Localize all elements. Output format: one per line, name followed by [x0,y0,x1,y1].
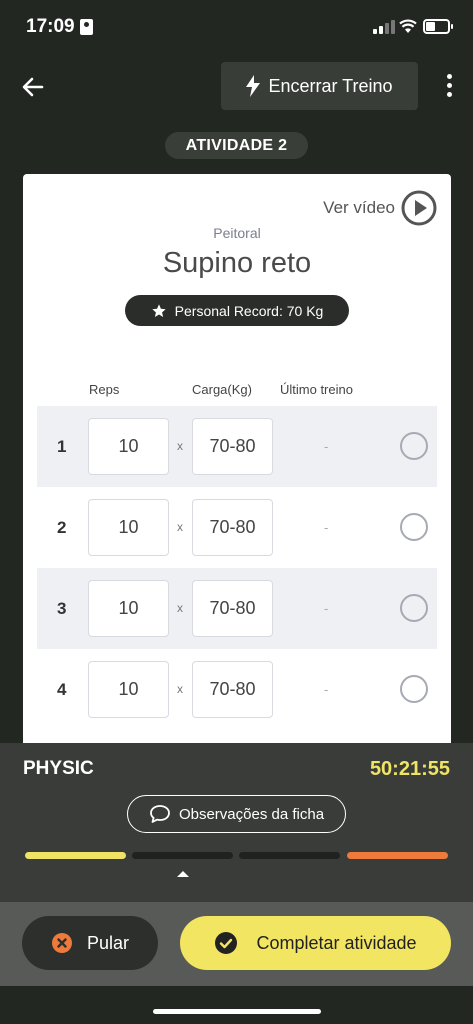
home-indicator[interactable] [153,1009,321,1014]
cellular-signal-icon [373,20,395,34]
times-symbol: x [177,682,183,696]
progress-segment [347,852,448,859]
personal-record-badge: Personal Record: 70 Kg [125,295,349,326]
progress-segment [25,852,126,859]
exercise-card: Ver vídeo Peitoral Supino reto Personal … [23,174,451,754]
reps-column-header: Reps [89,382,120,397]
activity-badge: ATIVIDADE 2 [165,132,308,159]
workout-timer: 50:21:55 [369,758,450,780]
lightning-icon [246,75,261,97]
finish-workout-label: Encerrar Treino [268,75,393,96]
complete-activity-button[interactable]: Completar atividade [180,916,451,970]
reps-input[interactable]: 10 [88,499,169,556]
progress-segment [239,852,340,859]
home-indicator-area [0,986,473,1024]
reps-input[interactable]: 10 [88,580,169,637]
set-complete-checkbox[interactable] [400,675,428,703]
last-workout-value: - [324,682,329,697]
personal-record-text: Personal Record: 70 Kg [174,302,324,319]
set-row: 3 10 x 70-80 - [37,568,437,649]
more-vertical-icon[interactable] [444,74,454,100]
status-bar: 17:09 [0,0,473,56]
set-complete-checkbox[interactable] [400,432,428,460]
set-number: 1 [57,437,67,456]
set-row: 4 10 x 70-80 - [37,649,437,730]
load-input[interactable]: 70-80 [192,580,273,637]
last-workout-value: - [324,520,329,535]
times-symbol: x [177,439,183,453]
reps-input[interactable]: 10 [88,418,169,475]
load-input[interactable]: 70-80 [192,661,273,718]
load-input[interactable]: 70-80 [192,499,273,556]
wifi-icon [399,19,417,33]
watch-video-label: Ver vídeo [323,198,395,217]
watch-video-link[interactable]: Ver vídeo [323,190,437,226]
times-symbol: x [177,601,183,615]
times-symbol: x [177,520,183,534]
set-number: 2 [57,518,67,537]
set-number: 4 [57,680,67,699]
sheet-notes-label: Observações da ficha [178,805,325,823]
load-column-header: Carga(Kg) [192,382,252,397]
play-circle-icon [401,190,437,226]
finish-workout-button[interactable]: Encerrar Treino [221,62,418,110]
close-circle-icon [51,933,72,953]
muscle-group: Peitoral [213,225,261,241]
star-icon [152,303,166,317]
back-arrow-icon[interactable] [20,74,46,100]
battery-icon [423,19,453,34]
gym-name: PHYSIC [23,758,94,779]
set-complete-checkbox[interactable] [400,513,428,541]
load-input[interactable]: 70-80 [192,418,273,475]
caret-up-icon[interactable] [177,871,189,877]
sheet-notes-button[interactable]: Observações da ficha [127,795,346,833]
set-number: 3 [57,599,67,618]
set-complete-checkbox[interactable] [400,594,428,622]
check-circle-icon [215,932,238,954]
skip-button[interactable]: Pular [22,916,158,970]
skip-label: Pular [86,932,130,953]
set-row: 1 10 x 70-80 - [37,406,437,487]
set-row: 2 10 x 70-80 - [37,487,437,568]
complete-activity-label: Completar atividade [256,932,417,953]
last-workout-value: - [324,439,329,454]
reps-input[interactable]: 10 [88,661,169,718]
last-workout-value: - [324,601,329,616]
progress-segment [132,852,233,859]
status-time: 17:09 [26,16,75,37]
exercise-name: Supino reto [162,247,312,279]
chat-bubble-icon [150,805,170,823]
last-workout-column-header: Último treino [280,382,353,397]
id-card-icon [80,19,93,35]
